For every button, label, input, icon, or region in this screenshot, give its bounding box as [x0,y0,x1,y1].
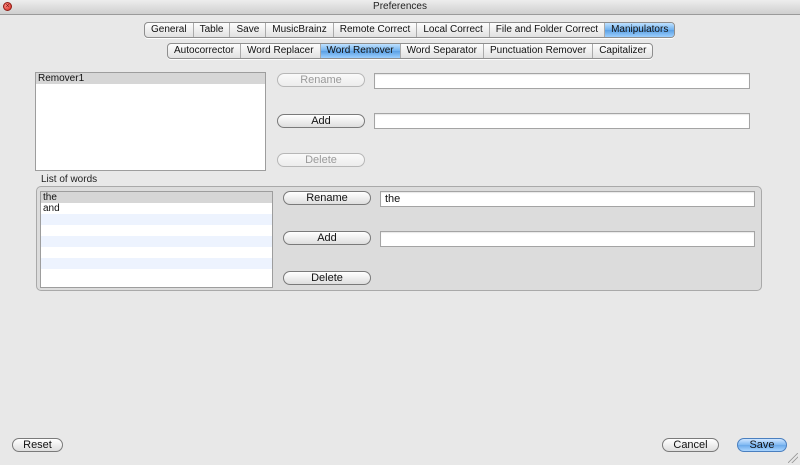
list-row-empty [41,258,272,269]
word-add-field[interactable] [380,231,755,247]
save-button[interactable]: Save [737,438,787,452]
list-row-empty [41,247,272,258]
list-row-empty [41,236,272,247]
tab-word-remover[interactable]: Word Remover [320,44,401,58]
cancel-button[interactable]: Cancel [662,438,719,452]
tab-musicbrainz[interactable]: MusicBrainz [266,23,334,37]
word-rename-field[interactable] [380,191,755,207]
tab-punctuation-remover[interactable]: Punctuation Remover [484,44,594,58]
tab-capitalizer[interactable]: Capitalizer [593,44,652,58]
word-add-button[interactable]: Add [283,231,371,245]
reset-button[interactable]: Reset [12,438,63,452]
list-of-words-label: List of words [41,174,98,185]
tab-remote-correct[interactable]: Remote Correct [334,23,418,37]
tab-autocorrector[interactable]: Autocorrector [168,44,242,58]
tab-manipulators[interactable]: Manipulators [605,23,675,37]
remover-rename-field[interactable] [374,73,750,89]
tab-word-replacer[interactable]: Word Replacer [241,44,321,58]
list-row-empty [41,269,272,280]
tab-word-separator[interactable]: Word Separator [401,44,485,58]
list-row-empty [41,225,272,236]
tab-file-and-folder-correct[interactable]: File and Folder Correct [490,23,606,37]
remover-delete-button[interactable]: Delete [277,153,365,167]
remover-add-field[interactable] [374,113,750,129]
remover-list-item[interactable]: Remover1 [36,73,265,84]
tab-table[interactable]: Table [194,23,231,37]
words-list[interactable]: the and [40,191,273,288]
close-window-button[interactable]: × [3,2,12,11]
main-tab-bar: General Table Save MusicBrainz Remote Co… [144,22,676,38]
word-delete-button[interactable]: Delete [283,271,371,285]
tab-general[interactable]: General [145,23,194,37]
tab-local-correct[interactable]: Local Correct [417,23,490,37]
remover-add-button[interactable]: Add [277,114,365,128]
list-item[interactable]: the [41,192,272,203]
window-title: Preferences [373,1,427,12]
list-item[interactable]: and [41,203,272,214]
remover-rename-button[interactable]: Rename [277,73,365,87]
window-titlebar: × Preferences [0,0,800,15]
word-rename-button[interactable]: Rename [283,191,371,205]
resize-grip-icon[interactable] [788,453,798,463]
close-icon: × [5,3,10,10]
remover-list[interactable]: Remover1 [35,72,266,171]
manipulator-tab-bar: Autocorrector Word Replacer Word Remover… [167,43,654,59]
list-row-empty [41,214,272,225]
tab-save[interactable]: Save [230,23,267,37]
